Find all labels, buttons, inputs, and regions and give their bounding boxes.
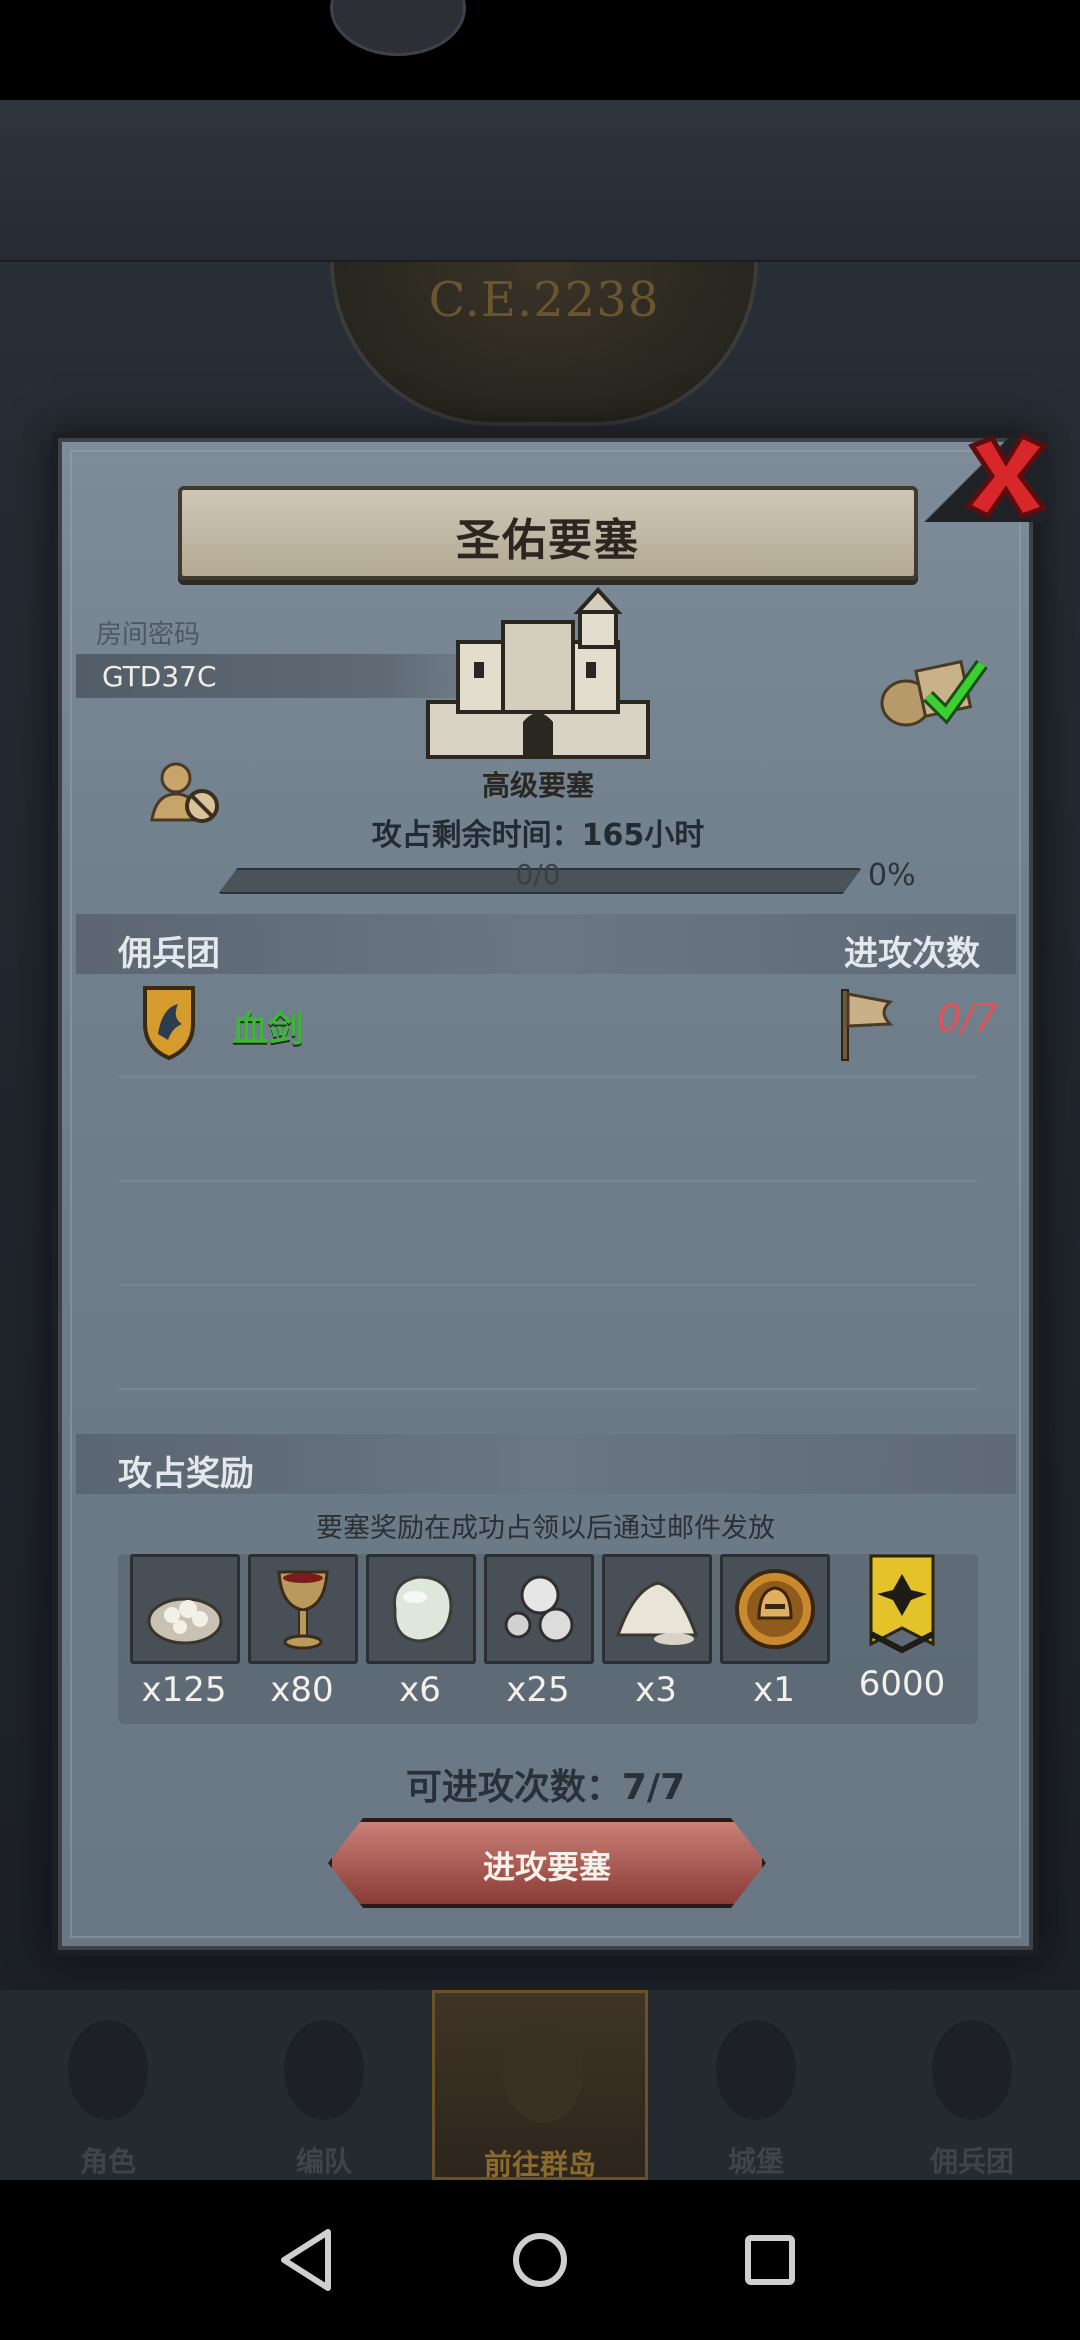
nav-label: 佣兵团	[929, 2145, 1014, 2178]
supply-check-icon[interactable]	[878, 648, 988, 728]
rewards-section-label: 攻占奖励	[118, 1454, 254, 1494]
back-icon[interactable]	[268, 2220, 348, 2300]
reward-item[interactable]: x1	[720, 1554, 830, 1710]
row-divider	[118, 1076, 978, 1078]
reward-qty: 6000	[858, 1664, 946, 1704]
nav-item-islands[interactable]: 前往群岛	[432, 1990, 648, 2181]
mercenary-section-label: 佣兵团	[118, 934, 220, 974]
reward-qty: x6	[399, 1670, 441, 1710]
flag-icon	[841, 989, 894, 1061]
silver-orbs-icon	[504, 1575, 574, 1643]
reward-qty: x125	[141, 1670, 227, 1710]
nav-item-character[interactable]: 角色	[0, 1990, 216, 2180]
salt-pile-icon	[615, 1581, 699, 1645]
banner-badge-icon	[869, 1554, 935, 1654]
system-navigation-bar	[0, 2180, 1080, 2340]
reward-qty: x1	[753, 1670, 795, 1710]
top-banner	[0, 100, 1080, 262]
row-divider	[118, 1180, 978, 1182]
knight-icon	[68, 2020, 148, 2120]
reward-item[interactable]: 6000	[848, 1554, 956, 1704]
reward-item[interactable]: x125	[130, 1554, 240, 1710]
attack-times-label: 进攻次数	[844, 934, 980, 974]
mercenary-row[interactable]: 血剑 0/7	[98, 978, 998, 1078]
progress-percent: 0%	[868, 858, 916, 893]
reward-item[interactable]: x80	[248, 1554, 358, 1710]
title-plate: 圣佑要塞	[178, 486, 918, 580]
helmet-icon	[284, 2020, 364, 2120]
goblet-icon	[277, 1570, 329, 1650]
nav-label: 编队	[295, 2145, 352, 2178]
reward-qty: x80	[270, 1670, 334, 1710]
nav-item-castle[interactable]: 城堡	[648, 1990, 864, 2180]
rewards-section-header: 攻占奖励	[76, 1434, 1016, 1494]
dialog-title: 圣佑要塞	[456, 515, 640, 566]
reward-item[interactable]: x3	[602, 1554, 712, 1710]
stone-pile-icon	[147, 1597, 223, 1645]
nav-item-mercenary[interactable]: 佣兵团	[864, 1990, 1080, 2180]
gem-icon	[393, 1575, 453, 1643]
status-bar	[0, 0, 1080, 100]
ship-icon	[932, 2020, 1012, 2120]
guild-shield-icon	[143, 986, 195, 1060]
fortress-dialog: 圣佑要塞 房间密码 GTD37C 高级要塞 攻占剩余时间：165小时 0/0 0…	[52, 432, 1049, 1956]
room-code-label: 房间密码	[96, 620, 201, 650]
recents-icon[interactable]	[730, 2220, 810, 2300]
nav-label: 前往群岛	[483, 2148, 596, 2181]
mascot-icon	[330, 0, 466, 56]
reward-qty: x25	[506, 1670, 570, 1710]
mercenary-section-header: 佣兵团 进攻次数	[76, 914, 1016, 974]
reward-item[interactable]: x6	[366, 1554, 476, 1710]
no-player-icon[interactable]	[148, 758, 224, 828]
nav-item-formation[interactable]: 编队	[216, 1990, 432, 2180]
room-code-value[interactable]: GTD37C	[102, 660, 217, 693]
helmet-medal-icon	[735, 1569, 815, 1649]
available-attacks: 可进攻次数：7/7	[405, 1767, 686, 1808]
row-divider	[118, 1284, 978, 1286]
home-icon[interactable]	[500, 2220, 580, 2300]
row-divider	[118, 1388, 978, 1390]
mercenary-name: 血剑	[232, 1009, 305, 1050]
nav-label: 城堡	[727, 2145, 784, 2178]
compass-icon	[503, 2023, 583, 2123]
reward-qty: x3	[635, 1670, 677, 1710]
progress-count: 0/0	[515, 858, 561, 891]
game-bottom-nav: 角色 编队 前往群岛 城堡 佣兵团	[0, 1990, 1080, 2181]
close-icon[interactable]	[958, 428, 1054, 524]
rewards-note: 要塞奖励在成功占领以后通过邮件发放	[316, 1513, 775, 1544]
castle-icon	[426, 587, 650, 759]
rewards-panel: x125 x80 x6 x25 x3 x1 6000	[118, 1554, 978, 1724]
year-text: C.E.2238	[428, 272, 660, 328]
time-remaining: 攻占剩余时间：165小时	[371, 818, 705, 853]
castle-nav-icon	[716, 2020, 796, 2120]
attack-fortress-button[interactable]: 进攻要塞	[328, 1818, 766, 1908]
attack-fortress-label: 进攻要塞	[482, 1848, 611, 1886]
nav-label: 角色	[79, 2145, 136, 2178]
reward-item[interactable]: x25	[484, 1554, 594, 1710]
mercenary-attack-count: 0/7	[936, 996, 998, 1040]
fortress-level: 高级要塞	[481, 769, 594, 802]
